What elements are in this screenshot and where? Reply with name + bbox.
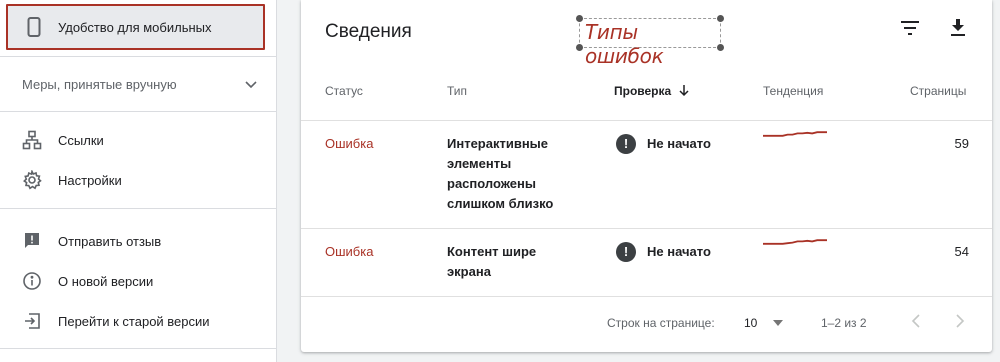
chevron-right-icon xyxy=(955,313,965,333)
divider xyxy=(0,111,277,112)
sidebar-item-label: Удобство для мобильных xyxy=(58,19,212,35)
annotation-handle xyxy=(576,15,583,22)
column-header-type[interactable]: Тип xyxy=(447,84,467,98)
warning-circle-icon: ! xyxy=(616,242,636,262)
chevron-left-icon xyxy=(911,313,921,333)
type-cell: Интерактивные элементы расположены слишк… xyxy=(447,136,554,211)
sidebar-item-mobile-usability[interactable]: Удобство для мобильных xyxy=(6,4,265,50)
dropdown-arrow-icon xyxy=(773,320,784,326)
sidebar: Удобство для мобильных Меры, принятые вр… xyxy=(0,0,277,362)
pages-cell: 54 xyxy=(954,244,969,259)
column-header-trend[interactable]: Тенденция xyxy=(763,84,823,98)
column-header-pages[interactable]: Страницы xyxy=(910,84,966,98)
download-icon xyxy=(950,18,966,42)
sidebar-section-label: Меры, принятые вручную xyxy=(22,76,177,92)
sidebar-item-label: Ссылки xyxy=(58,132,104,148)
trend-sparkline xyxy=(763,239,827,245)
sidebar-item-label: Настройки xyxy=(58,172,122,188)
check-cell: ! Не начато xyxy=(616,242,711,262)
rows-per-page-value: 10 xyxy=(744,316,758,330)
sidebar-item-send-feedback[interactable]: Отправить отзыв xyxy=(0,221,277,261)
arrow-down-icon xyxy=(679,85,689,97)
card-title: Сведения xyxy=(325,21,412,42)
warning-circle-icon: ! xyxy=(616,134,636,154)
annotation-label: Типы ошибок xyxy=(576,15,724,68)
sidebar-item-label: Перейти к старой версии xyxy=(58,313,210,329)
download-button[interactable] xyxy=(946,18,970,42)
sidebar-item-about-new-version[interactable]: О новой версии xyxy=(0,261,277,301)
exit-icon xyxy=(21,310,43,332)
divider xyxy=(0,208,277,209)
divider xyxy=(301,120,992,121)
filter-icon xyxy=(901,20,919,40)
sidebar-item-old-version[interactable]: Перейти к старой версии xyxy=(0,301,277,341)
sidebar-item-label: Отправить отзыв xyxy=(58,233,162,249)
gear-icon xyxy=(21,169,43,191)
check-label: Не начато xyxy=(647,136,711,151)
check-label: Не начато xyxy=(647,244,711,259)
column-header-label: Проверка xyxy=(614,84,672,98)
trend-sparkline xyxy=(763,131,827,137)
divider xyxy=(301,228,992,229)
column-header-check[interactable]: Проверка xyxy=(614,84,689,98)
rows-per-page-select[interactable]: 10 xyxy=(744,316,784,330)
sidebar-item-label: О новой версии xyxy=(58,273,154,289)
status-cell: Ошибка xyxy=(325,136,374,151)
rows-per-page-label: Строк на странице: xyxy=(607,316,715,330)
annotation-handle xyxy=(576,44,583,51)
previous-page-button[interactable] xyxy=(906,313,926,333)
pages-cell: 59 xyxy=(954,136,969,151)
sidebar-section-manual-actions[interactable]: Меры, принятые вручную xyxy=(0,64,277,104)
phone-icon xyxy=(23,16,45,38)
details-card: Сведения Типы ошибок Статус Тип Проверка… xyxy=(301,0,992,352)
links-tree-icon xyxy=(21,129,43,151)
column-header-status[interactable]: Статус xyxy=(325,84,363,98)
trend-line xyxy=(763,131,827,137)
chevron-down-icon xyxy=(243,76,259,95)
sidebar-item-links[interactable]: Ссылки xyxy=(0,120,277,160)
divider xyxy=(0,56,277,57)
status-cell: Ошибка xyxy=(325,244,374,259)
feedback-icon xyxy=(21,230,43,252)
filter-button[interactable] xyxy=(898,18,922,42)
divider xyxy=(0,348,277,349)
divider xyxy=(301,296,992,297)
pagination-range: 1–2 из 2 xyxy=(821,316,867,330)
next-page-button[interactable] xyxy=(950,313,970,333)
check-cell: ! Не начато xyxy=(616,134,711,154)
sidebar-item-settings[interactable]: Настройки xyxy=(0,160,277,200)
type-cell: Контент шире экрана xyxy=(447,244,537,279)
annotation-text: Типы ошибок xyxy=(585,20,664,68)
trend-line xyxy=(763,239,827,245)
info-icon xyxy=(21,270,43,292)
